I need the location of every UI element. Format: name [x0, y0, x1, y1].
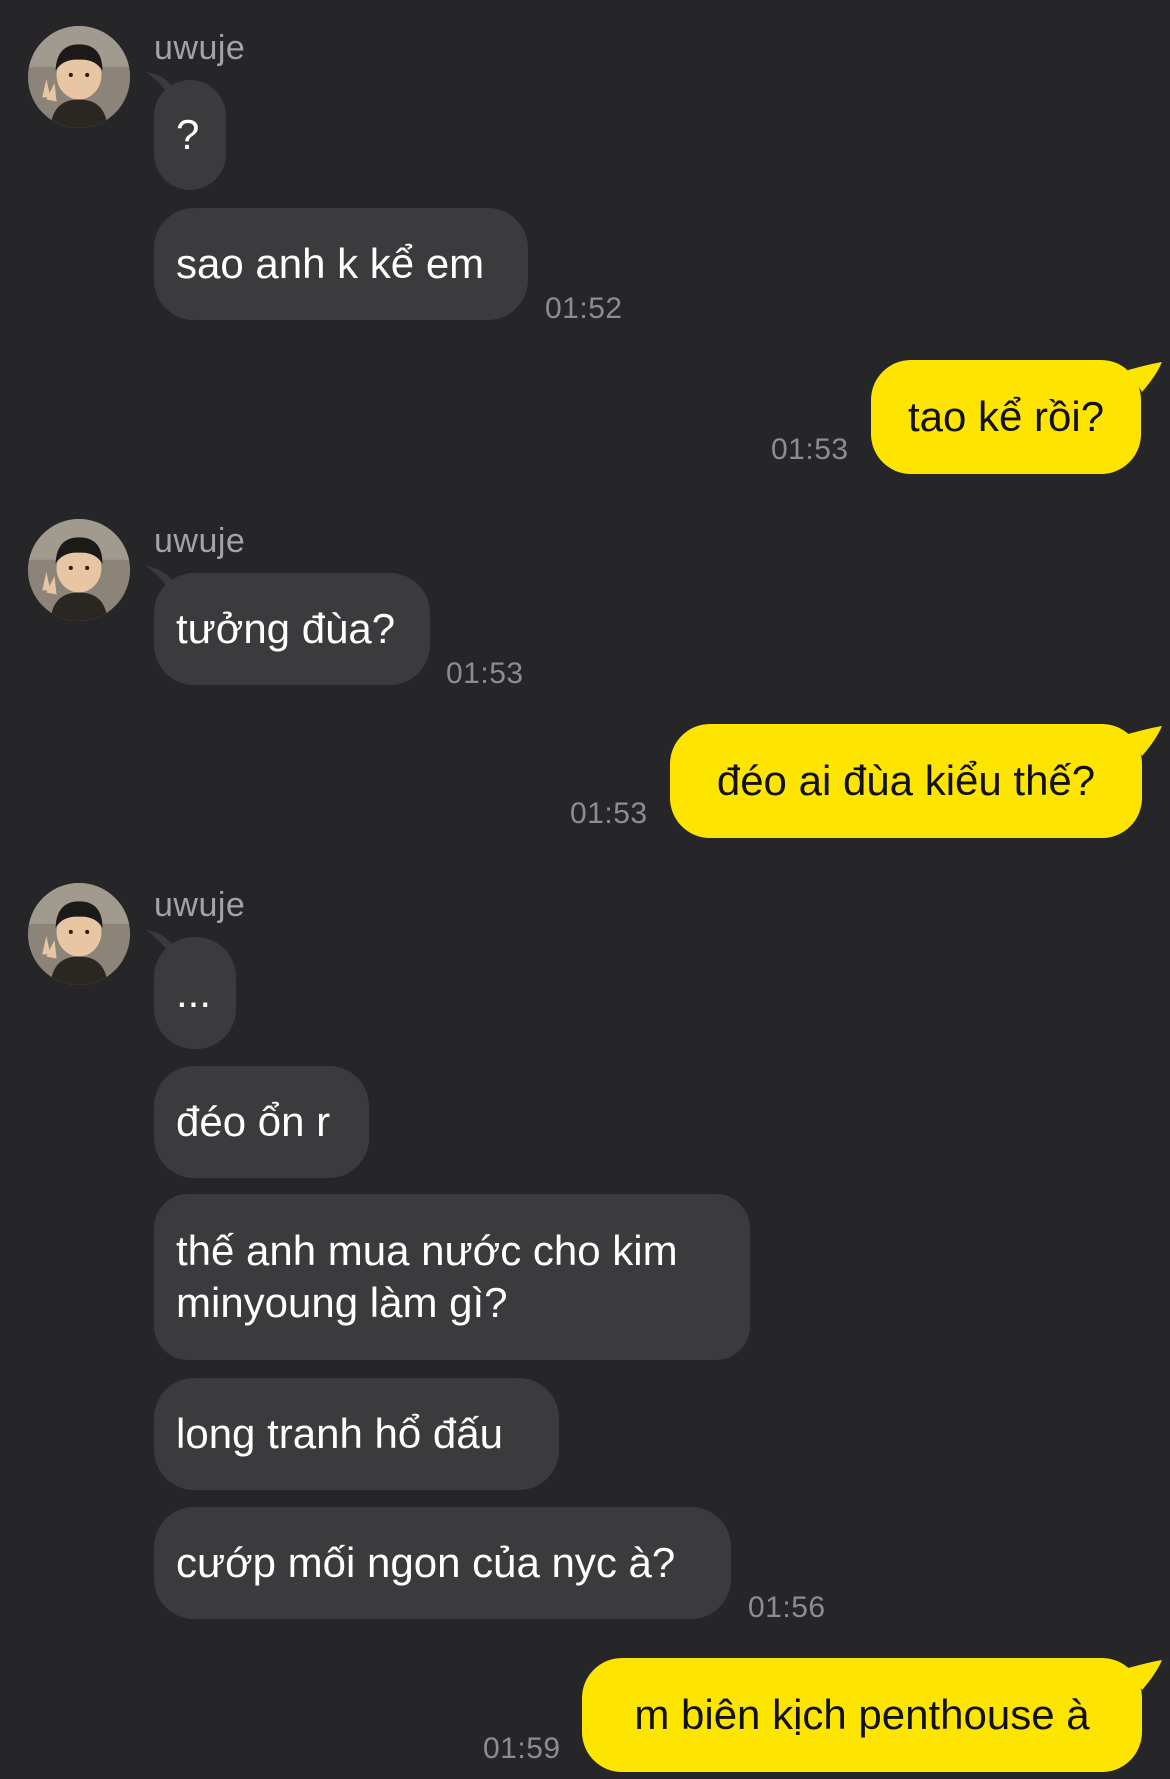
message-text: sao anh k kể em [176, 240, 485, 287]
message-bubble-incoming[interactable]: tưởng đùa? [154, 573, 430, 685]
message-text: cướp mối ngon của nyc à? [176, 1539, 676, 1586]
contact-avatar[interactable] [28, 883, 130, 985]
contact-avatar[interactable] [28, 519, 130, 621]
bubble-tail [1128, 362, 1162, 392]
message-text: m biên kịch penthouse à [634, 1691, 1090, 1738]
message-bubble-incoming[interactable]: cướp mối ngon của nyc à? [154, 1507, 731, 1619]
bubble-tail [1128, 726, 1162, 756]
message-text: tao kể rồi? [907, 393, 1105, 440]
message-text: ? [176, 111, 200, 158]
message-timestamp: 01:56 [748, 1591, 826, 1624]
message-bubble-outgoing[interactable]: đéo ai đùa kiểu thế? [670, 724, 1142, 838]
bubble-tail [1128, 1660, 1162, 1690]
avatar-photo-icon [28, 26, 130, 128]
message-text: đéo ai đùa kiểu thế? [716, 757, 1096, 804]
message-bubble-incoming[interactable]: ? [154, 80, 226, 190]
message-text: đéo ổn r [176, 1098, 331, 1145]
message-timestamp: 01:53 [570, 797, 648, 830]
message-text: tưởng đùa? [176, 605, 396, 652]
avatar-photo-icon [28, 883, 130, 985]
message-bubble-outgoing[interactable]: m biên kịch penthouse à [582, 1658, 1142, 1772]
avatar-photo-icon [28, 519, 130, 621]
message-bubble-incoming[interactable]: long tranh hổ đấu [154, 1378, 559, 1490]
message-text-line: minyoung làm gì? [176, 1279, 508, 1326]
message-timestamp: 01:53 [446, 657, 524, 690]
message-bubble-outgoing[interactable]: tao kể rồi? [871, 360, 1141, 474]
message-text-line: thế anh mua nước cho kim [176, 1227, 678, 1274]
message-text: ... [176, 969, 212, 1016]
message-bubble-incoming[interactable]: ... [154, 937, 236, 1049]
sender-name: uwuje [154, 886, 246, 924]
message-timestamp: 01:53 [771, 433, 849, 466]
message-bubble-incoming[interactable]: đéo ổn r [154, 1066, 369, 1178]
message-timestamp: 01:59 [483, 1732, 561, 1765]
message-bubble-incoming[interactable]: thế anh mua nước cho kim minyoung làm gì… [154, 1194, 750, 1360]
message-timestamp: 01:52 [545, 292, 623, 325]
message-bubble-incoming[interactable]: sao anh k kể em [154, 208, 528, 320]
sender-name: uwuje [154, 522, 246, 560]
sender-name: uwuje [154, 29, 246, 67]
message-text: long tranh hổ đấu [176, 1410, 503, 1457]
contact-avatar[interactable] [28, 26, 130, 128]
